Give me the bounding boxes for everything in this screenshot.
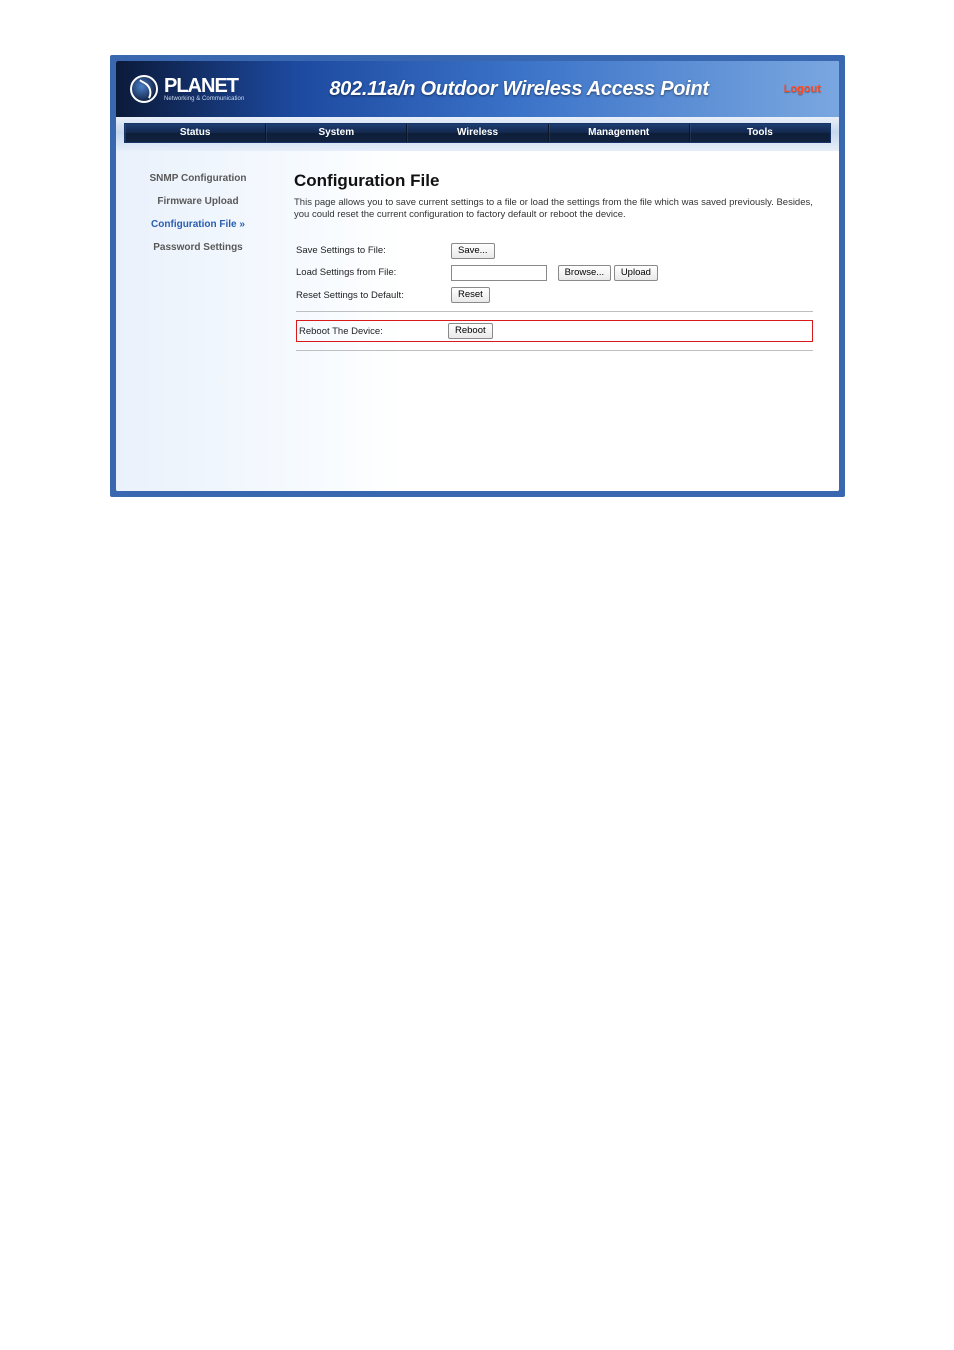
nav-management[interactable]: Management: [549, 124, 690, 142]
topnav: Status System Wireless Management Tools: [124, 123, 831, 143]
separator-bottom: [296, 350, 813, 351]
logout-link[interactable]: Logout: [784, 83, 821, 95]
save-label: Save Settings to File:: [294, 240, 449, 262]
save-button[interactable]: [451, 243, 495, 259]
content-title: Configuration File: [294, 171, 815, 191]
browse-button[interactable]: [558, 265, 612, 281]
body-area: SNMP Configuration Firmware Upload Confi…: [116, 151, 839, 491]
content-panel: Configuration File This page allows you …: [286, 151, 839, 491]
separator: [296, 311, 813, 312]
load-file-input[interactable]: [451, 265, 547, 281]
sidebar-item-password[interactable]: Password Settings: [116, 236, 280, 259]
row-load: Load Settings from File:: [294, 262, 815, 285]
brand-name: PLANET: [164, 76, 244, 96]
load-label: Load Settings from File:: [294, 262, 449, 285]
nav-status[interactable]: Status: [125, 124, 266, 142]
reboot-highlight: Reboot The Device:: [296, 320, 813, 342]
nav-wireless[interactable]: Wireless: [407, 124, 548, 142]
reboot-label: Reboot The Device:: [299, 326, 448, 337]
reboot-button[interactable]: [448, 323, 493, 339]
nav-system[interactable]: System: [266, 124, 407, 142]
content-description: This page allows you to save current set…: [294, 197, 815, 222]
reset-label: Reset Settings to Default:: [294, 284, 449, 306]
header-banner: PLANET Networking & Communication 802.11…: [116, 61, 839, 117]
app-frame: PLANET Networking & Communication 802.11…: [110, 55, 845, 497]
sidebar: SNMP Configuration Firmware Upload Confi…: [116, 151, 286, 491]
sidebar-item-config-file[interactable]: Configuration File: [116, 213, 280, 236]
nav-tools[interactable]: Tools: [690, 124, 830, 142]
brand-tagline: Networking & Communication: [164, 96, 244, 102]
app-inner: PLANET Networking & Communication 802.11…: [116, 61, 839, 491]
row-save: Save Settings to File:: [294, 240, 815, 262]
upload-button[interactable]: [614, 265, 658, 281]
planet-swirl-icon: [130, 75, 158, 103]
row-reboot: Reboot The Device:: [294, 317, 815, 345]
sidebar-item-firmware[interactable]: Firmware Upload: [116, 190, 280, 213]
config-form: Save Settings to File: Load Settings fro…: [294, 240, 815, 357]
topnav-container: Status System Wireless Management Tools: [116, 117, 839, 151]
row-reset: Reset Settings to Default:: [294, 284, 815, 306]
reset-button[interactable]: [451, 287, 490, 303]
sidebar-item-snmp[interactable]: SNMP Configuration: [116, 167, 280, 190]
page-title: 802.11a/n Outdoor Wireless Access Point: [244, 78, 783, 101]
brand-logo: PLANET Networking & Communication: [130, 75, 244, 103]
